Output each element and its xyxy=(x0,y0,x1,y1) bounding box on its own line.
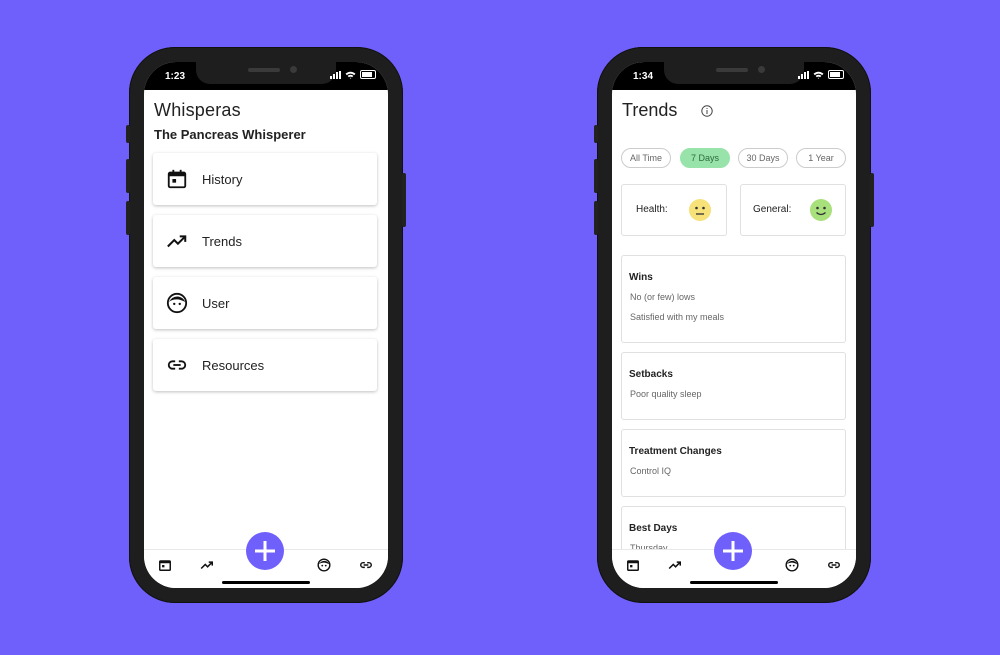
bottom-nav xyxy=(144,532,388,588)
menu-item-label: Trends xyxy=(202,233,242,249)
page-title: Trends xyxy=(622,100,678,120)
add-button[interactable] xyxy=(714,532,752,570)
bottom-nav xyxy=(612,532,856,588)
signal-icon xyxy=(798,70,809,79)
status-bar: 1:23 xyxy=(144,62,388,90)
face-icon[interactable] xyxy=(784,557,800,573)
status-time: 1:23 xyxy=(165,71,186,82)
calendar-icon xyxy=(165,167,189,191)
chip-label: 30 Days xyxy=(746,153,780,163)
volume-down-button xyxy=(126,201,130,235)
speaker xyxy=(716,68,748,72)
card-item: Control IQ xyxy=(630,466,672,476)
volume-down-button xyxy=(594,201,598,235)
card-title: Setbacks xyxy=(629,369,673,380)
add-button[interactable] xyxy=(246,532,284,570)
menu-item-label: User xyxy=(202,295,230,311)
screen-trends: 1:34 Trends All Time 7 Days 30 Days 1 Ye… xyxy=(612,62,856,588)
notch xyxy=(664,62,804,84)
chip-label: 1 Year xyxy=(808,153,834,163)
health-mood-card[interactable]: Health: xyxy=(621,184,727,236)
wifi-icon xyxy=(813,71,824,79)
app-subtitle: The Pancreas Whisperer xyxy=(154,127,306,142)
face-icon xyxy=(165,291,189,315)
volume-up-button xyxy=(594,159,598,193)
card-item: No (or few) lows xyxy=(630,292,696,302)
battery-icon xyxy=(828,70,844,79)
front-camera xyxy=(758,66,765,73)
app-title: Whisperas xyxy=(154,100,241,120)
notch xyxy=(196,62,336,84)
front-camera xyxy=(290,66,297,73)
status-time: 1:34 xyxy=(633,71,654,82)
screen-home: 1:23 Whisperas The Pancreas Whisperer Hi… xyxy=(144,62,388,588)
speaker xyxy=(248,68,280,72)
phone-right: 1:34 Trends All Time 7 Days 30 Days 1 Ye… xyxy=(594,47,874,603)
card-item: Satisfied with my meals xyxy=(630,312,725,322)
status-icons xyxy=(798,70,844,79)
home-indicator[interactable] xyxy=(222,581,310,584)
add-icon xyxy=(255,541,275,561)
menu-item-label: Resources xyxy=(202,357,265,373)
phone-left: 1:23 Whisperas The Pancreas Whisperer Hi… xyxy=(126,47,406,603)
trending-up-icon xyxy=(165,229,189,253)
card-title: Best Days xyxy=(629,523,678,534)
smiley-face-icon xyxy=(810,199,832,221)
status-bar: 1:34 xyxy=(612,62,856,90)
menu-item-history[interactable]: History xyxy=(153,153,377,205)
volume-up-button xyxy=(126,159,130,193)
signal-icon xyxy=(330,70,341,79)
battery-icon xyxy=(360,70,376,79)
mute-switch xyxy=(126,125,130,143)
health-label: Health: xyxy=(636,204,668,215)
menu-item-label: History xyxy=(202,171,243,187)
link-icon[interactable] xyxy=(358,557,374,573)
home-indicator[interactable] xyxy=(690,581,778,584)
link-icon[interactable] xyxy=(826,557,842,573)
chip-label: All Time xyxy=(629,153,662,163)
card-item: Poor quality sleep xyxy=(630,389,702,399)
menu-item-user[interactable]: User xyxy=(153,277,377,329)
range-chip-30-days[interactable]: 30 Days xyxy=(738,148,788,168)
face-icon[interactable] xyxy=(316,557,332,573)
menu-item-resources[interactable]: Resources xyxy=(153,339,377,391)
menu-item-trends[interactable]: Trends xyxy=(153,215,377,267)
range-chip-7-days[interactable]: 7 Days xyxy=(680,148,730,168)
power-button xyxy=(870,173,874,227)
power-button xyxy=(402,173,406,227)
info-icon[interactable] xyxy=(701,105,713,117)
trending-up-icon[interactable] xyxy=(667,557,683,573)
calendar-icon[interactable] xyxy=(625,557,641,573)
wifi-icon xyxy=(345,71,356,79)
general-mood-card[interactable]: General: xyxy=(740,184,846,236)
general-label: General: xyxy=(753,204,792,215)
range-chip-all-time[interactable]: All Time xyxy=(621,148,671,168)
trending-up-icon[interactable] xyxy=(199,557,215,573)
treatment-changes-card: Treatment Changes Control IQ xyxy=(621,429,846,497)
add-icon xyxy=(723,541,743,561)
setbacks-card: Setbacks Poor quality sleep xyxy=(621,352,846,420)
calendar-icon[interactable] xyxy=(157,557,173,573)
card-title: Wins xyxy=(629,272,653,283)
range-chip-1-year[interactable]: 1 Year xyxy=(796,148,846,168)
chip-label: 7 Days xyxy=(690,153,719,163)
link-icon xyxy=(165,353,189,377)
card-title: Treatment Changes xyxy=(629,446,722,457)
mute-switch xyxy=(594,125,598,143)
wins-card: Wins No (or few) lows Satisfied with my … xyxy=(621,255,846,343)
neutral-face-icon xyxy=(689,199,711,221)
status-icons xyxy=(330,70,376,79)
